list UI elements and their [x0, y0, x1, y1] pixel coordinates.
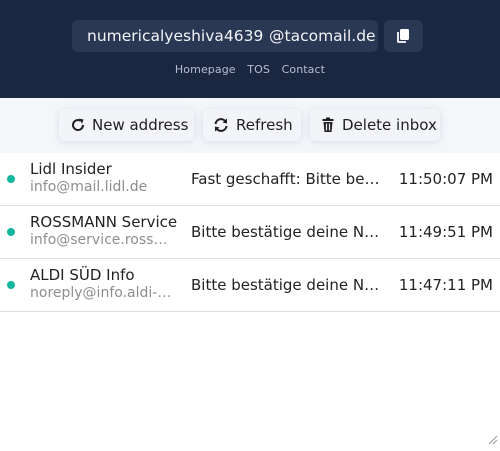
- message-row[interactable]: ALDI SÜD Info noreply@info.aldi-sued.de …: [0, 259, 500, 312]
- address-domain[interactable]: @tacomail.de: [269, 20, 376, 52]
- delete-inbox-label: Delete inbox: [342, 116, 437, 134]
- footer-links: Homepage TOS Contact: [0, 63, 500, 76]
- message-subject: Bitte bestätige deine Newsletter-Anmeldu…: [191, 223, 386, 241]
- message-list: Lidl Insider info@mail.lidl.de Fast gesc…: [0, 153, 500, 312]
- sender-name: ALDI SÜD Info: [30, 266, 135, 284]
- resize-handle-icon[interactable]: [488, 430, 498, 449]
- unread-dot-icon: [7, 281, 15, 289]
- sender-name: Lidl Insider: [30, 160, 112, 178]
- contact-link[interactable]: Contact: [282, 63, 326, 76]
- message-time: 11:50:07 PM: [398, 170, 493, 188]
- header-bar: numericalyeshiva4639 @tacomail.de Homepa…: [0, 0, 500, 98]
- sender-email: info@service.rossmann.de: [30, 232, 175, 248]
- message-time: 11:49:51 PM: [398, 223, 493, 241]
- new-address-label: New address: [92, 116, 189, 134]
- unread-dot-icon: [7, 175, 15, 183]
- message-time: 11:47:11 PM: [398, 276, 493, 294]
- sender-email: info@mail.lidl.de: [30, 179, 148, 195]
- message-subject: Bitte bestätige deine Newsletter-Anmeldu…: [191, 276, 386, 294]
- unread-dot-icon: [7, 228, 15, 236]
- address-username[interactable]: numericalyeshiva4639: [87, 20, 263, 52]
- sender-email: noreply@info.aldi-sued.de: [30, 285, 175, 301]
- homepage-link[interactable]: Homepage: [175, 63, 236, 76]
- copy-address-button[interactable]: [384, 20, 423, 52]
- message-subject: Fast geschafft: Bitte bestätige deine Ne…: [191, 170, 386, 188]
- email-address-field[interactable]: numericalyeshiva4639 @tacomail.de: [72, 20, 378, 52]
- inbox-panel: New address Refresh Delete inbox Lidl In…: [0, 98, 500, 451]
- refresh-button[interactable]: Refresh: [203, 109, 301, 141]
- new-address-button[interactable]: New address: [59, 109, 194, 141]
- delete-inbox-button[interactable]: Delete inbox: [310, 109, 440, 141]
- message-row[interactable]: Lidl Insider info@mail.lidl.de Fast gesc…: [0, 153, 500, 206]
- message-row[interactable]: ROSSMANN Service info@service.rossmann.d…: [0, 206, 500, 259]
- refresh-label: Refresh: [236, 116, 293, 134]
- sender-name: ROSSMANN Service: [30, 213, 178, 231]
- tos-link[interactable]: TOS: [247, 63, 270, 76]
